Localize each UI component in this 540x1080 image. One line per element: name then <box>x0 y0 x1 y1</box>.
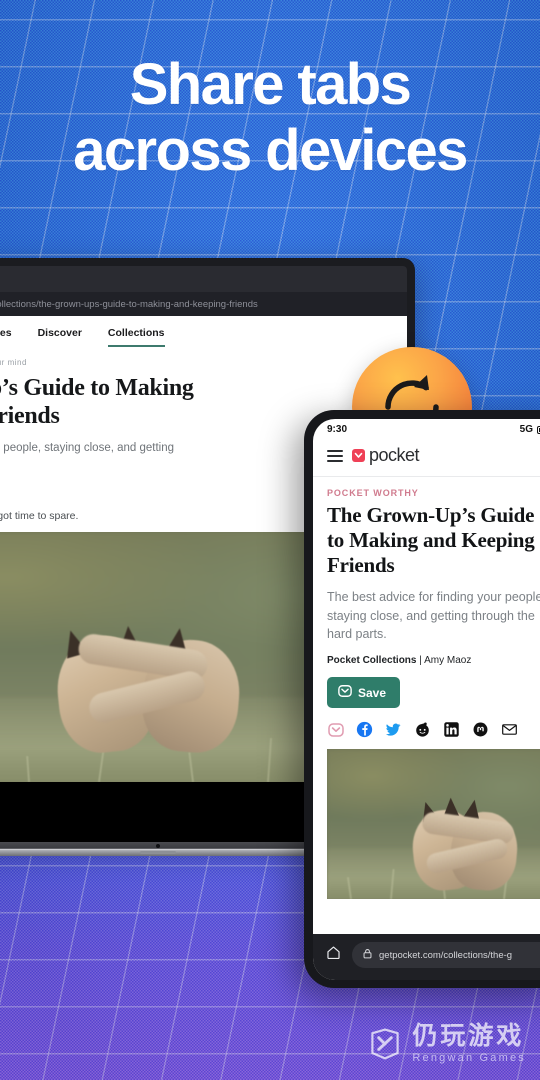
home-icon[interactable] <box>325 944 342 966</box>
reddit-icon[interactable] <box>414 721 431 738</box>
sidebar-item-discover[interactable]: Discover <box>38 327 82 347</box>
browser-address-bar[interactable]: ://getpocket.com/collections/the-grown-u… <box>0 292 407 316</box>
phone-article: POCKET WORTHY The Grown-Up’s Guide to Ma… <box>313 477 540 934</box>
lock-icon <box>362 948 373 962</box>
page-title: Share tabs across devices <box>0 52 540 183</box>
watermark-latin: Rengwan Games <box>412 1052 526 1064</box>
byline-author: Amy Maoz <box>424 655 472 667</box>
phone-browser-bar: getpocket.com/collections/the-g <box>313 934 540 980</box>
sidebar-item-saves[interactable]: Saves <box>0 327 12 347</box>
status-time: 9:30 <box>327 424 348 435</box>
pocket-logo-icon <box>352 449 365 462</box>
webcam-icon <box>155 844 160 849</box>
watermark-cjk: 仍玩游戏 <box>412 1022 525 1050</box>
twitter-icon[interactable] <box>385 721 402 738</box>
pocket-wordmark: pocket <box>369 445 420 465</box>
article-byline: Pocket Collections | Amy Maoz <box>327 655 540 666</box>
breadcrumb: THY · Stories to fuel your mind <box>0 358 391 367</box>
pocket-logo[interactable]: pocket <box>352 445 420 466</box>
email-icon[interactable] <box>501 721 518 738</box>
save-button-label: Save <box>358 685 387 700</box>
phone-address-bar[interactable]: getpocket.com/collections/the-g <box>352 942 540 968</box>
phone-status-bar: 9:30 5G <box>313 419 540 437</box>
breadcrumb-tagline: Stories to fuel your mind <box>0 358 27 367</box>
article-hero-image <box>327 749 540 900</box>
mastodon-icon[interactable] <box>472 721 489 738</box>
linkedin-icon[interactable] <box>443 721 460 738</box>
headline-line-2: across devices <box>73 117 468 183</box>
fox-photo <box>327 749 540 900</box>
browser-tab-strip: ...tabs ✕ + <box>0 266 407 292</box>
share-row <box>327 721 540 738</box>
pocket-share-icon[interactable] <box>327 721 344 738</box>
watermark: 仍玩游戏 Rengwan Games <box>367 1024 526 1064</box>
byline-separator: | <box>419 655 422 667</box>
status-network: 5G <box>519 424 533 435</box>
site-nav: Home Saves Discover Collections <box>0 316 407 356</box>
save-button[interactable]: Save <box>327 677 401 709</box>
article-title: The Grown-Up’s Guide to Making and Keepi… <box>327 503 535 577</box>
address-bar-url: ://getpocket.com/collections/the-grown-u… <box>0 298 258 310</box>
phone-screen: 9:30 5G pocket POCKET WORTHY The Grown-U… <box>313 419 540 980</box>
article-kicker: POCKET WORTHY <box>327 488 419 498</box>
phone-mockup: 9:30 5G pocket POCKET WORTHY The Grown-U… <box>304 410 540 988</box>
phone-app-header: pocket <box>313 437 540 477</box>
byline-source: Pocket Collections <box>327 655 417 667</box>
rengwan-logo-icon <box>371 1028 400 1060</box>
headline-line-1: Share tabs <box>129 52 412 117</box>
hamburger-menu-icon[interactable] <box>327 449 343 462</box>
sidebar-item-collections[interactable]: Collections <box>107 327 165 347</box>
facebook-icon[interactable] <box>356 721 373 738</box>
article-title-line-1: Grown-Up’s Guide to Making <box>0 375 194 401</box>
phone-url-text: getpocket.com/collections/the-g <box>379 949 513 961</box>
article-dek: The best advice for finding your people,… <box>327 590 540 641</box>
pocket-save-icon <box>338 684 352 701</box>
